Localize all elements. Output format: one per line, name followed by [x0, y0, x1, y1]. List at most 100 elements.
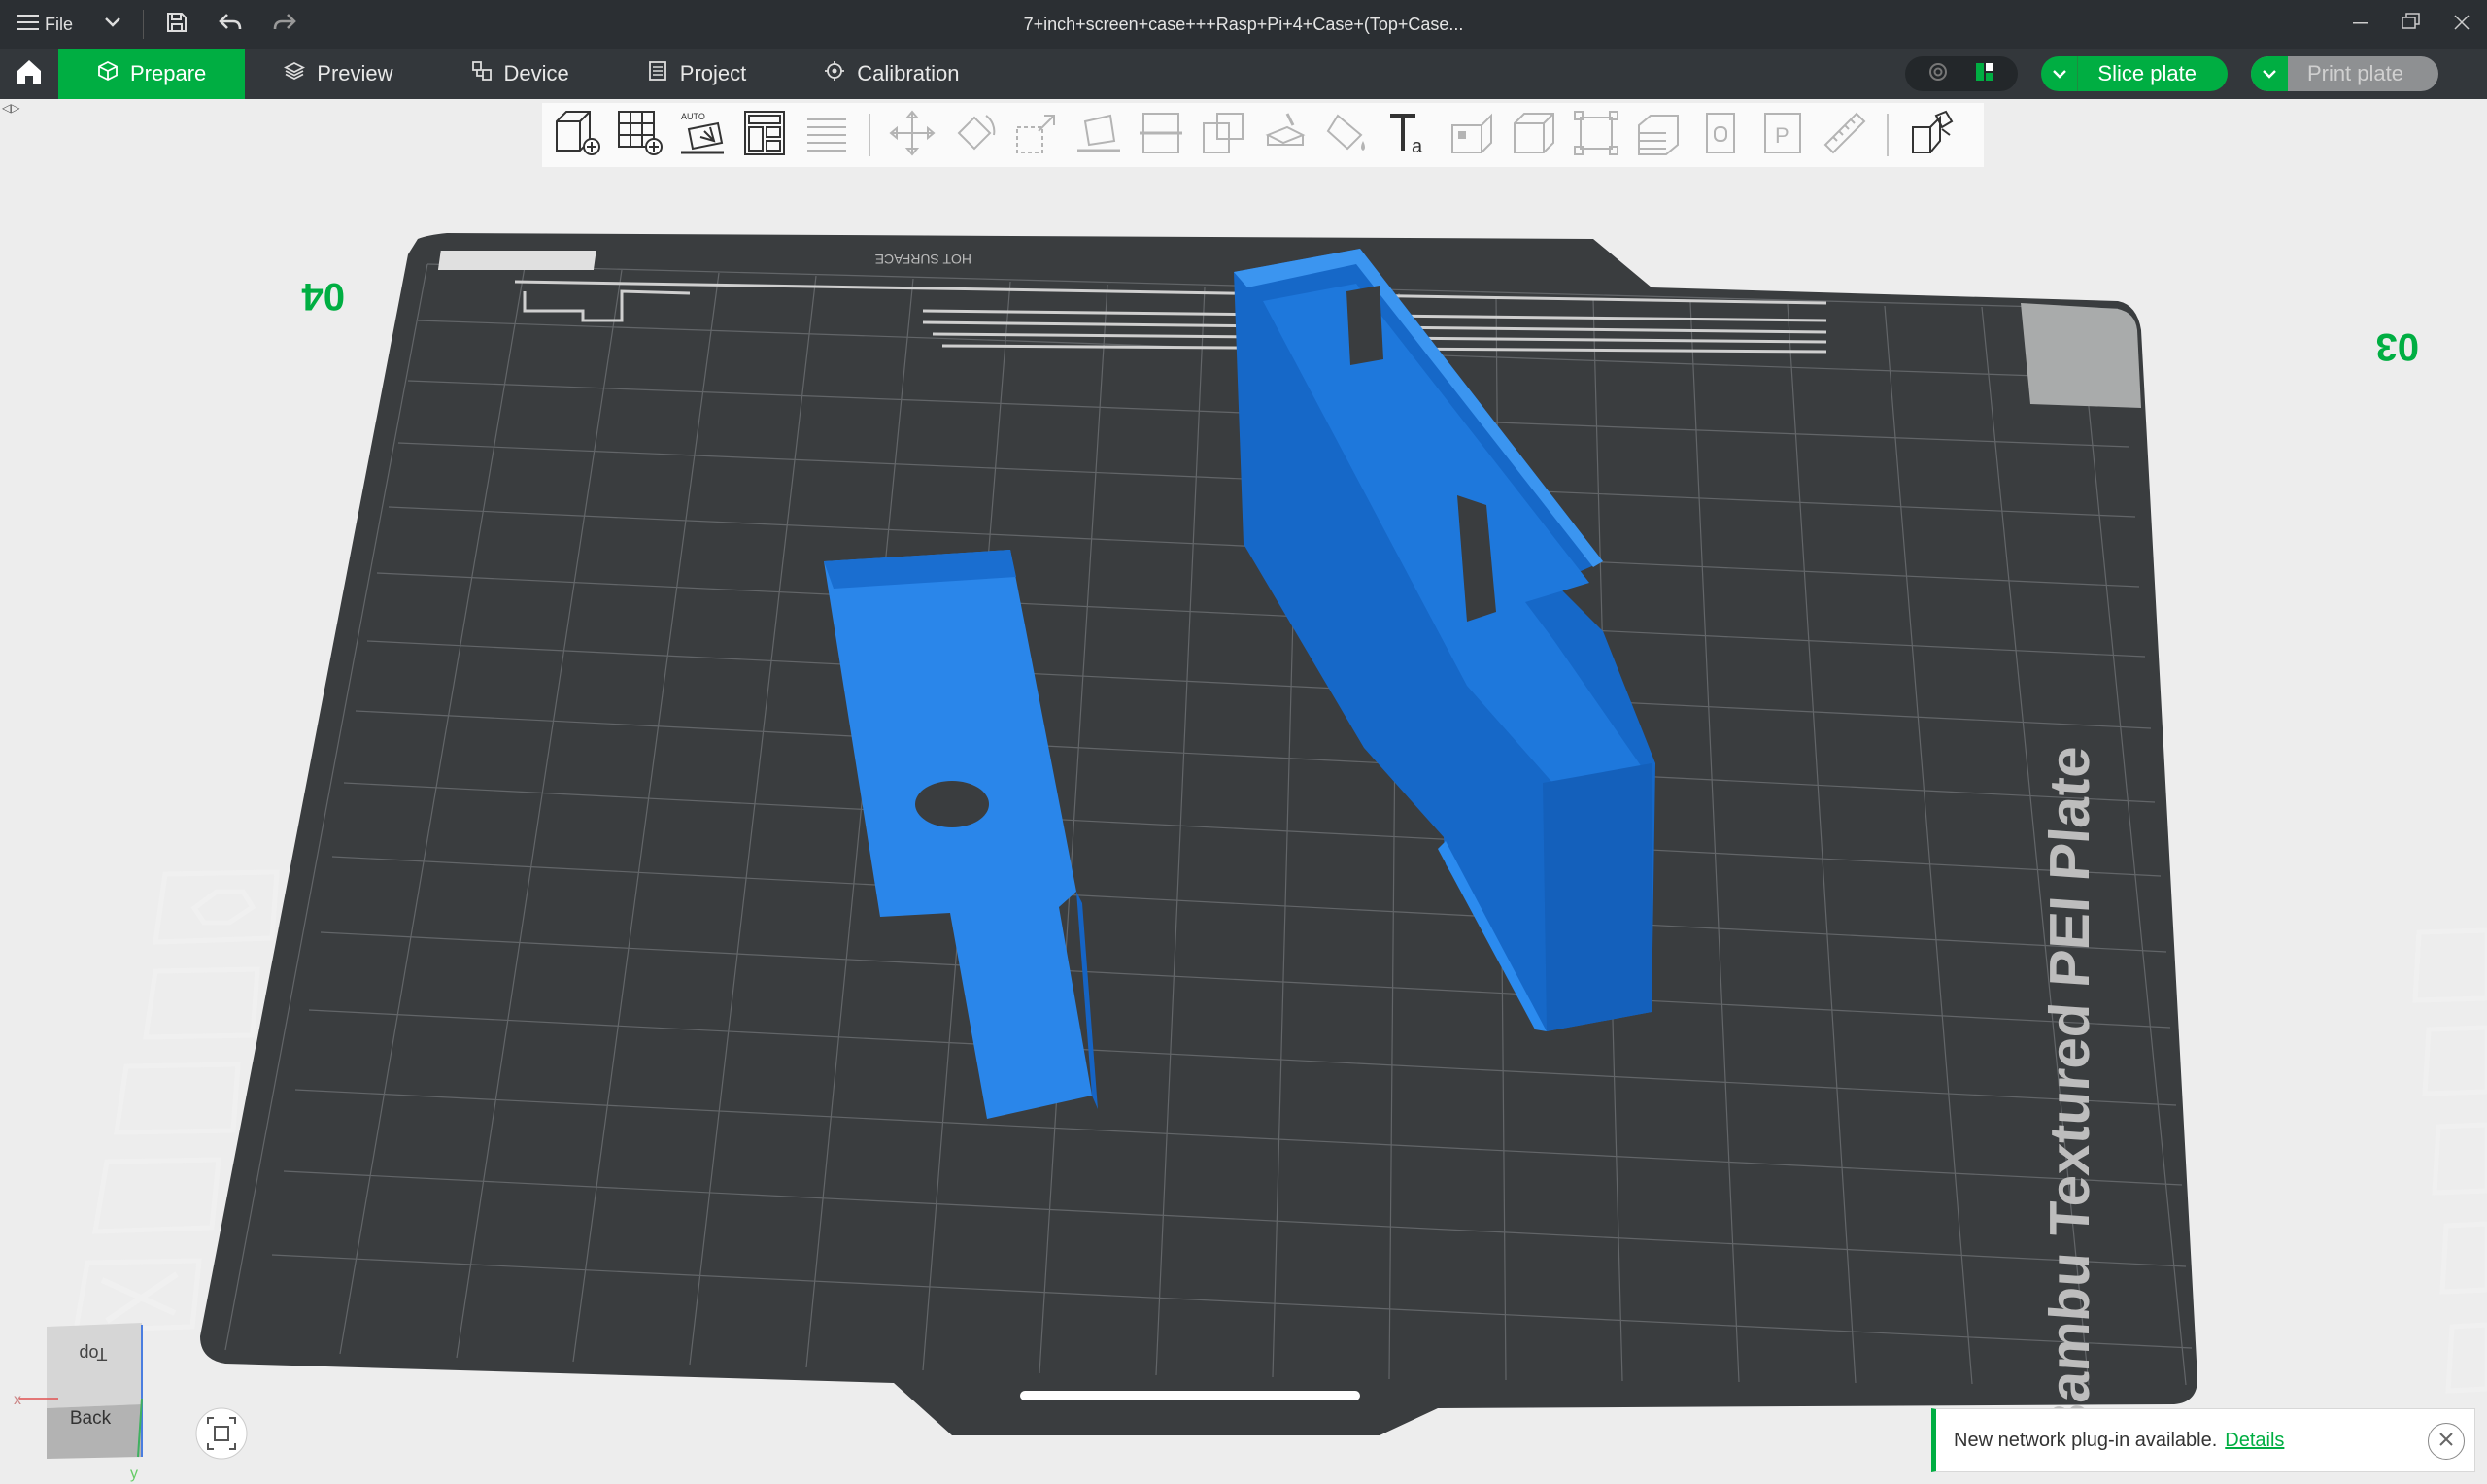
save-button[interactable]	[165, 0, 188, 49]
axis-y-label: y	[130, 1466, 138, 1482]
restore-button[interactable]	[2386, 0, 2436, 49]
assembly-button[interactable]	[1690, 105, 1751, 165]
restore-icon	[2402, 13, 2421, 36]
cut-icon	[1134, 106, 1188, 165]
close-icon	[2438, 1431, 2454, 1453]
notification-close-button[interactable]	[2428, 1423, 2465, 1460]
assembly-icon	[1693, 106, 1748, 165]
slice-plate-button[interactable]: Slice plate	[2041, 56, 2228, 91]
view-mode-toggle[interactable]	[1905, 56, 2019, 91]
print-plate-button[interactable]: Print plate	[2250, 56, 2438, 91]
zoom-to-fit-button[interactable]	[195, 1407, 248, 1460]
plate-label: Bambu Textured PEI Plate	[2038, 744, 2101, 1445]
chevron-down-icon[interactable]	[2250, 56, 2288, 91]
cube-icon	[97, 60, 119, 87]
home-button[interactable]	[0, 49, 58, 99]
tab-calibration[interactable]: Calibration	[785, 49, 998, 99]
project-icon	[647, 60, 668, 87]
variable-layer-icon	[1631, 106, 1686, 165]
main-tab-bar: Prepare Preview Device Project Calibrati…	[0, 49, 2487, 99]
tab-label: Project	[679, 61, 747, 85]
3d-viewport[interactable]: HOT SURFACE 04 03 Bambu Textured PEI Pla…	[0, 99, 2487, 1484]
undo-button[interactable]	[218, 0, 243, 49]
chevron-down-icon[interactable]	[2041, 56, 2079, 91]
measure-box-icon	[1507, 106, 1561, 165]
seam-paint-button[interactable]	[1317, 105, 1378, 165]
file-menu-button[interactable]: File	[17, 0, 73, 49]
minimize-icon	[2353, 14, 2368, 36]
mesh-repair-button[interactable]	[1442, 105, 1502, 165]
slice-plate-label: Slice plate	[2097, 61, 2197, 85]
layers-icon	[284, 60, 306, 87]
arrange-icon	[737, 106, 792, 165]
view-cube[interactable]: Top Back x y	[14, 1323, 143, 1482]
tab-label: Prepare	[130, 61, 207, 85]
layers-list-button[interactable]	[797, 105, 857, 165]
axis-x-label: x	[14, 1392, 21, 1408]
plate-corner-right: 03	[2376, 325, 2420, 368]
target-icon	[1927, 61, 1949, 87]
svg-text:a: a	[1412, 136, 1423, 157]
minimize-button[interactable]	[2335, 0, 2386, 49]
plugin-notification: New network plug-in available. Details	[1931, 1408, 2475, 1472]
boolean-icon	[1196, 106, 1250, 165]
cut-button[interactable]	[1131, 105, 1191, 165]
rotate-button[interactable]	[944, 105, 1005, 165]
notification-text: New network plug-in available.	[1954, 1429, 2218, 1451]
tab-device[interactable]: Device	[432, 49, 608, 99]
view-cube-top-label: Top	[79, 1344, 107, 1364]
lay-on-face-button[interactable]	[1069, 105, 1129, 165]
tab-preview[interactable]: Preview	[245, 49, 431, 99]
view-cube-front-label: Back	[70, 1408, 112, 1429]
tab-prepare[interactable]: Prepare	[58, 49, 246, 99]
tab-label: Calibration	[857, 61, 960, 85]
text-button[interactable]: a	[1380, 105, 1440, 165]
file-menu-label: File	[45, 14, 74, 34]
toolbar-separator	[1887, 114, 1889, 156]
plate-gizmo-icons-right	[2412, 928, 2487, 1394]
ruler-icon	[1818, 106, 1872, 165]
hamburger-icon	[17, 13, 39, 37]
tab-project[interactable]: Project	[608, 49, 785, 99]
layers-list-icon	[800, 106, 854, 165]
move-icon	[885, 106, 939, 165]
bounding-icon	[1569, 106, 1623, 165]
measure-box-button[interactable]	[1504, 105, 1564, 165]
arrange-button[interactable]	[734, 105, 795, 165]
title-bar: File 7+inch+screen+case+++Rasp+Pi+4+Case…	[0, 0, 2487, 49]
explode-button[interactable]	[1900, 105, 1960, 165]
add-plate-button[interactable]	[610, 105, 670, 165]
text-icon: a	[1382, 106, 1437, 165]
home-icon	[15, 57, 44, 91]
toolbar-separator	[869, 114, 870, 156]
redo-icon	[272, 12, 297, 38]
tab-label: Preview	[317, 61, 393, 85]
redo-button[interactable]	[272, 0, 297, 49]
add-object-button[interactable]	[548, 105, 608, 165]
print-plate-label: Print plate	[2306, 61, 2403, 85]
title-separator	[143, 10, 145, 39]
close-icon	[2454, 14, 2470, 36]
move-button[interactable]	[882, 105, 942, 165]
boolean-button[interactable]	[1193, 105, 1253, 165]
ruler-button[interactable]	[1815, 105, 1875, 165]
menu-dropdown-button[interactable]	[104, 0, 121, 49]
scale-button[interactable]	[1006, 105, 1067, 165]
object-toolbar: AUTO a P	[542, 103, 1984, 167]
plate-corner-left: 04	[301, 275, 345, 318]
scale-icon	[1009, 106, 1064, 165]
place-button[interactable]: P	[1753, 105, 1813, 165]
bounding-button[interactable]	[1566, 105, 1626, 165]
hot-surface-label: HOT SURFACE	[875, 252, 971, 267]
mesh-icon	[1445, 106, 1499, 165]
calibration-icon	[824, 60, 845, 87]
rotate-icon	[947, 106, 1002, 165]
support-paint-button[interactable]	[1255, 105, 1315, 165]
close-window-button[interactable]	[2436, 0, 2487, 49]
notification-details-link[interactable]: Details	[2225, 1430, 2284, 1452]
auto-orient-button[interactable]: AUTO	[672, 105, 732, 165]
plate-view-icon	[1974, 61, 1995, 87]
variable-layer-button[interactable]	[1628, 105, 1688, 165]
lay-on-face-icon	[1072, 106, 1126, 165]
save-icon	[165, 11, 188, 39]
